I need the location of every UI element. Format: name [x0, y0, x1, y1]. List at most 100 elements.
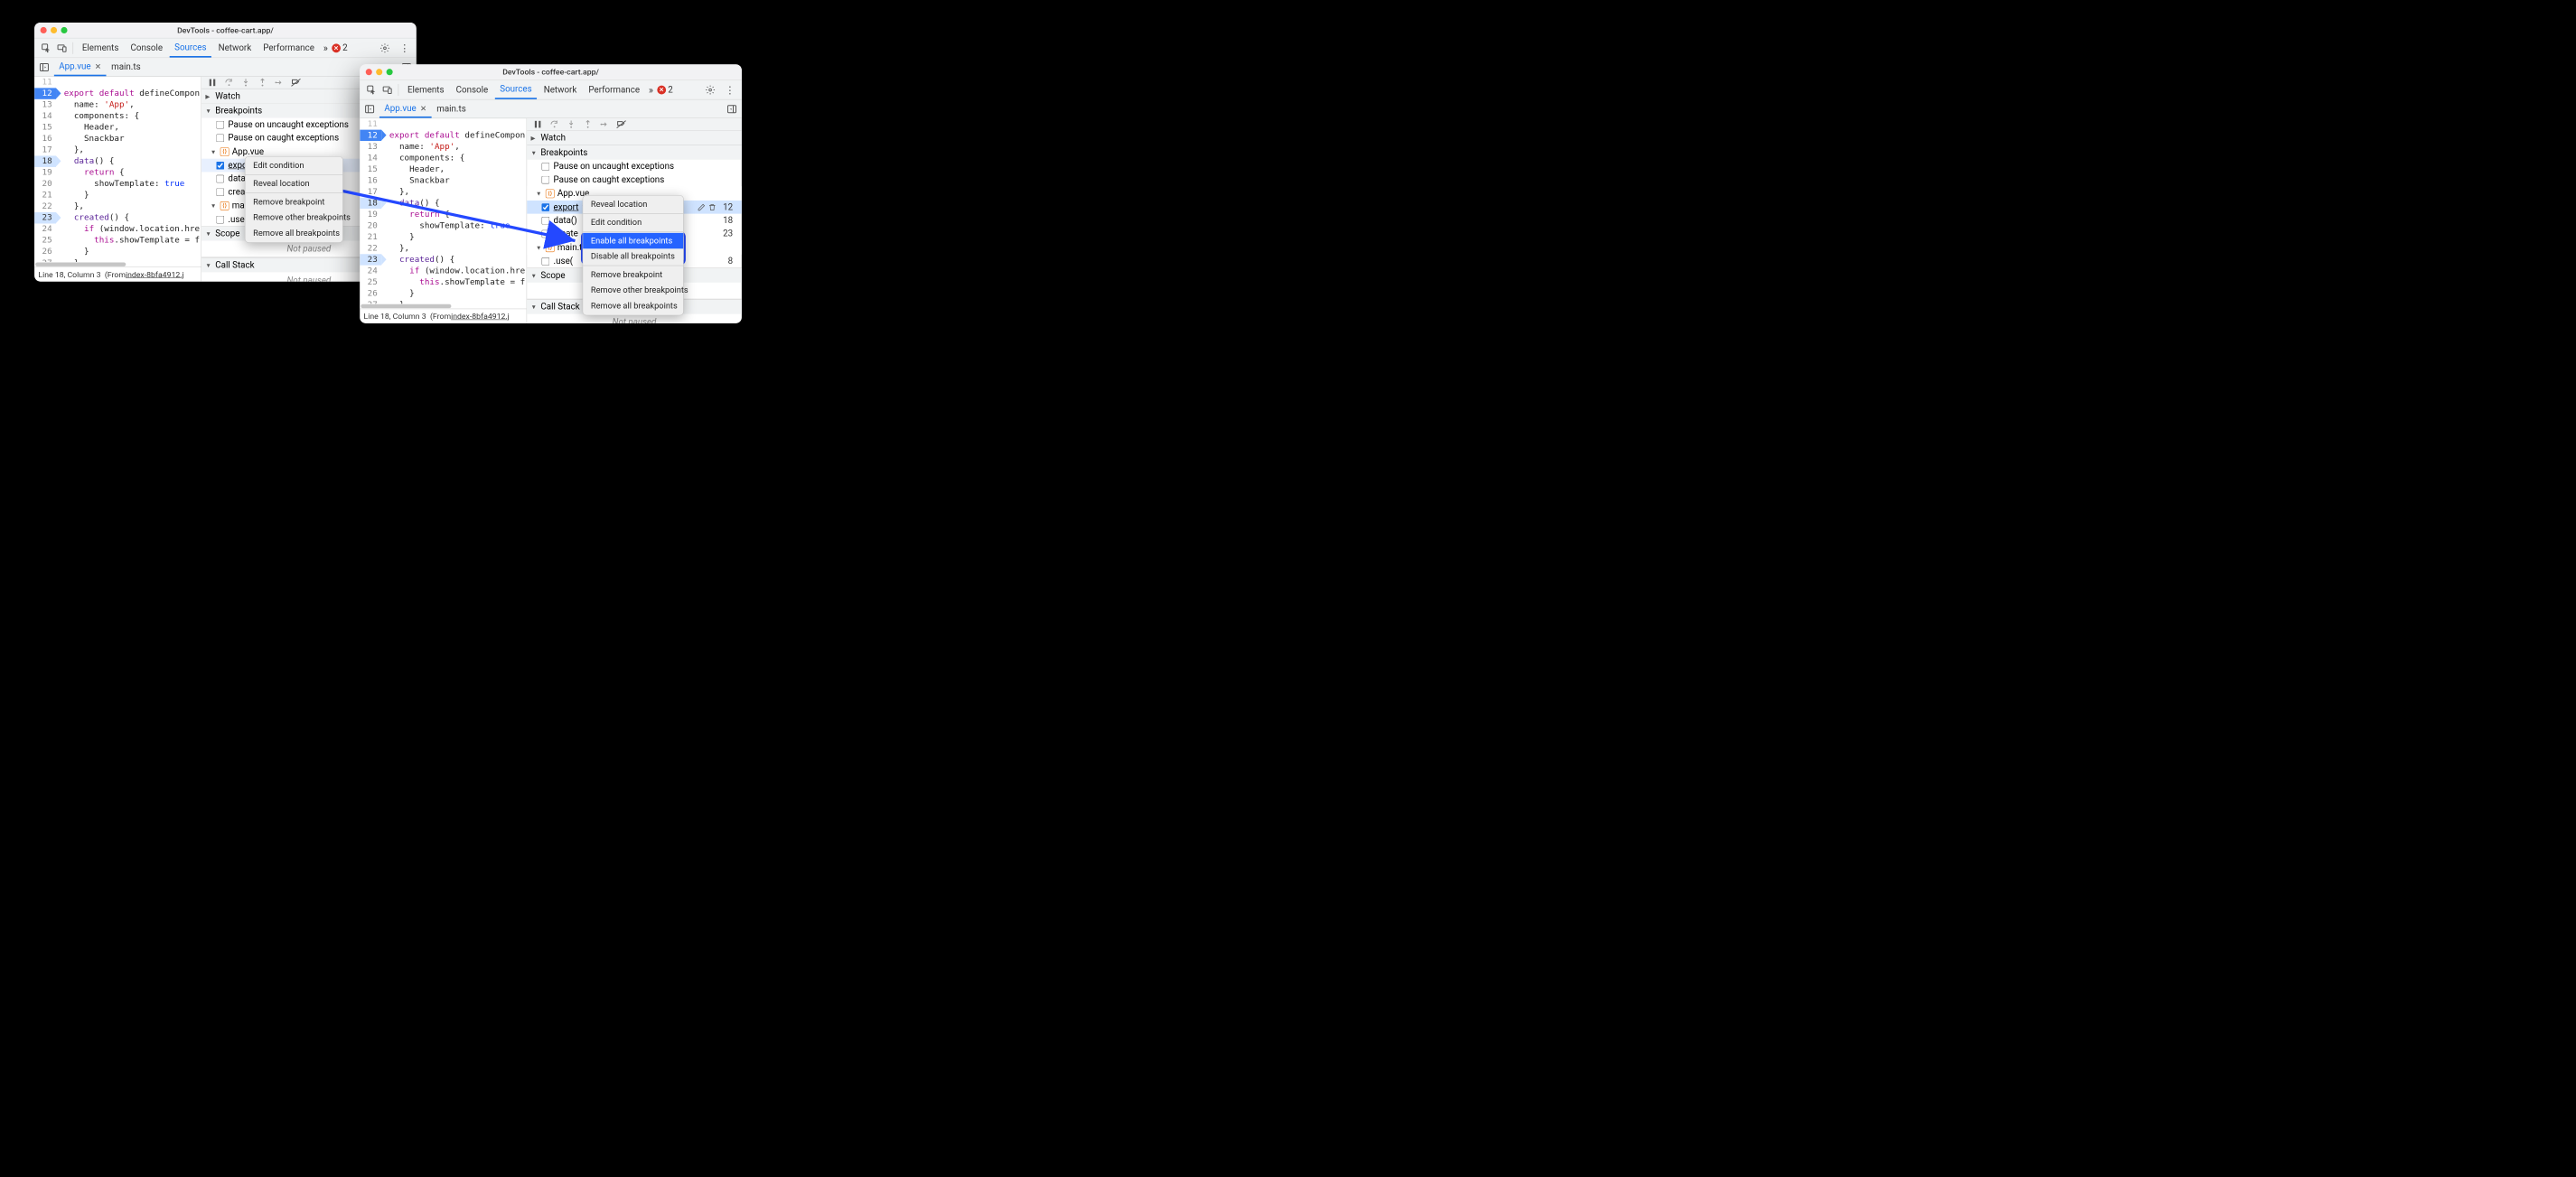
settings-gear-icon[interactable]	[701, 85, 719, 95]
tab-sources[interactable]: Sources	[495, 80, 537, 99]
menu-edit-condition[interactable]: Edit condition	[583, 215, 683, 230]
menu-remove-all-breakpoints[interactable]: Remove all breakpoints	[583, 298, 683, 313]
edit-icon[interactable]	[698, 203, 706, 211]
pause-uncaught-row[interactable]: Pause on uncaught exceptions	[527, 160, 742, 173]
tab-performance[interactable]: Performance	[584, 80, 645, 99]
deactivate-breakpoints-icon[interactable]	[615, 118, 627, 130]
context-menu-after: Reveal location Edit condition Enable al…	[583, 195, 684, 315]
source-map-link[interactable]: index-8bfa4912.j	[126, 270, 184, 279]
device-toggle-icon[interactable]	[380, 83, 394, 97]
filetab-main-ts[interactable]: main.ts	[432, 100, 471, 118]
window-title: DevTools - coffee-cart.app/	[360, 68, 742, 77]
breakpoint-checkbox[interactable]	[216, 216, 224, 224]
breakpoint-checkbox[interactable]	[216, 188, 224, 196]
menu-remove-other-breakpoints[interactable]: Remove other breakpoints	[245, 210, 342, 225]
breakpoint-checkbox[interactable]	[541, 257, 549, 266]
filetab-label: App.vue	[384, 103, 416, 113]
maximize-icon[interactable]	[387, 69, 393, 75]
inspect-icon[interactable]	[365, 83, 379, 97]
more-tabs-chevron-icon[interactable]: »	[322, 42, 330, 54]
trash-icon[interactable]	[708, 203, 717, 211]
menu-edit-condition[interactable]: Edit condition	[245, 158, 342, 173]
code-editor[interactable]: 1112export default defineCompon13 name: …	[360, 118, 527, 323]
breakpoints-section-header[interactable]: ▼Breakpoints	[527, 145, 742, 160]
breakpoint-checkbox[interactable]	[541, 217, 549, 225]
filetab-label: main.ts	[436, 104, 466, 114]
breakpoint-checkbox[interactable]	[541, 203, 549, 211]
step-over-icon[interactable]	[548, 118, 560, 130]
menu-reveal-location[interactable]: Reveal location	[245, 176, 342, 191]
ts-file-icon: ⟨⟩	[546, 243, 555, 252]
menu-disable-all-breakpoints[interactable]: Disable all breakpoints	[583, 248, 683, 264]
triangle-down-icon: ▼	[531, 304, 539, 311]
step-over-icon[interactable]	[223, 77, 235, 89]
watch-section-header[interactable]: ▶Watch	[527, 131, 742, 145]
triangle-down-icon: ▼	[205, 230, 212, 238]
triangle-down-icon: ▼	[536, 244, 543, 251]
close-icon[interactable]	[41, 27, 47, 33]
close-icon[interactable]	[366, 69, 372, 75]
more-tabs-chevron-icon[interactable]: »	[647, 84, 655, 96]
pause-uncaught-checkbox[interactable]	[541, 163, 549, 171]
vue-file-icon: ⟨⟩	[220, 147, 229, 156]
status-bar: Line 18, Column 3 (From index-8bfa4912.j	[34, 266, 201, 281]
show-navigator-icon[interactable]	[34, 61, 54, 72]
tab-performance[interactable]: Performance	[258, 39, 320, 58]
tab-network[interactable]: Network	[539, 80, 581, 99]
breakpoint-checkbox[interactable]	[216, 174, 224, 182]
top-tabs: Elements Console Sources Network Perform…	[34, 38, 417, 58]
maximize-icon[interactable]	[61, 27, 67, 33]
tab-elements[interactable]: Elements	[403, 80, 449, 99]
filetab-app-vue[interactable]: App.vue ✕	[54, 58, 107, 76]
tab-network[interactable]: Network	[213, 39, 256, 58]
status-bar: Line 18, Column 3 (From index-8bfa4912.j	[360, 309, 526, 323]
show-navigator-icon[interactable]	[360, 104, 379, 115]
pause-icon[interactable]	[532, 118, 544, 130]
step-into-icon[interactable]	[239, 77, 251, 89]
close-tab-icon[interactable]: ✕	[95, 61, 101, 70]
minimize-icon[interactable]	[376, 69, 382, 75]
pause-caught-row[interactable]: Pause on caught exceptions	[527, 173, 742, 186]
pause-uncaught-checkbox[interactable]	[216, 121, 224, 129]
error-icon: ✕	[657, 85, 666, 94]
kebab-menu-icon[interactable]: ⋮	[721, 84, 739, 96]
menu-enable-all-breakpoints[interactable]: Enable all breakpoints	[583, 233, 683, 248]
show-debugger-icon[interactable]	[722, 104, 742, 115]
step-out-icon[interactable]	[582, 118, 594, 130]
filetab-app-vue[interactable]: App.vue ✕	[379, 100, 432, 118]
tab-sources[interactable]: Sources	[170, 39, 211, 58]
code-editor[interactable]: 1112export default defineCompon13 name: …	[34, 77, 201, 282]
step-icon[interactable]	[599, 118, 611, 130]
menu-remove-breakpoint[interactable]: Remove breakpoint	[245, 194, 342, 210]
source-map-link[interactable]: index-8bfa4912.j	[451, 312, 510, 321]
triangle-down-icon: ▼	[211, 202, 218, 210]
kebab-menu-icon[interactable]: ⋮	[396, 42, 414, 54]
tab-console[interactable]: Console	[126, 39, 167, 58]
tab-elements[interactable]: Elements	[77, 39, 123, 58]
step-into-icon[interactable]	[566, 118, 577, 130]
deactivate-breakpoints-icon[interactable]	[290, 77, 302, 89]
debugger-toolbar	[527, 118, 742, 131]
error-badge[interactable]: ✕ 2	[332, 42, 347, 52]
pause-icon[interactable]	[206, 77, 218, 89]
breakpoint-checkbox[interactable]	[541, 229, 549, 238]
tab-console[interactable]: Console	[451, 80, 492, 99]
breakpoint-checkbox[interactable]	[216, 162, 224, 170]
inspect-icon[interactable]	[40, 41, 53, 54]
menu-remove-other-breakpoints[interactable]: Remove other breakpoints	[583, 283, 683, 298]
error-badge[interactable]: ✕ 2	[657, 85, 672, 95]
context-menu-before: Edit condition Reveal location Remove br…	[245, 156, 343, 243]
close-tab-icon[interactable]: ✕	[420, 104, 426, 113]
minimize-icon[interactable]	[51, 27, 57, 33]
pause-caught-checkbox[interactable]	[541, 175, 549, 183]
settings-gear-icon[interactable]	[376, 43, 394, 53]
ts-file-icon: ⟨⟩	[220, 201, 229, 210]
step-out-icon[interactable]	[257, 77, 268, 89]
step-icon[interactable]	[273, 77, 285, 89]
pause-caught-checkbox[interactable]	[216, 134, 224, 142]
menu-remove-all-breakpoints[interactable]: Remove all breakpoints	[245, 226, 342, 241]
menu-remove-breakpoint[interactable]: Remove breakpoint	[583, 266, 683, 282]
filetab-main-ts[interactable]: main.ts	[107, 58, 145, 76]
menu-reveal-location[interactable]: Reveal location	[583, 197, 683, 212]
device-toggle-icon[interactable]	[55, 41, 69, 54]
